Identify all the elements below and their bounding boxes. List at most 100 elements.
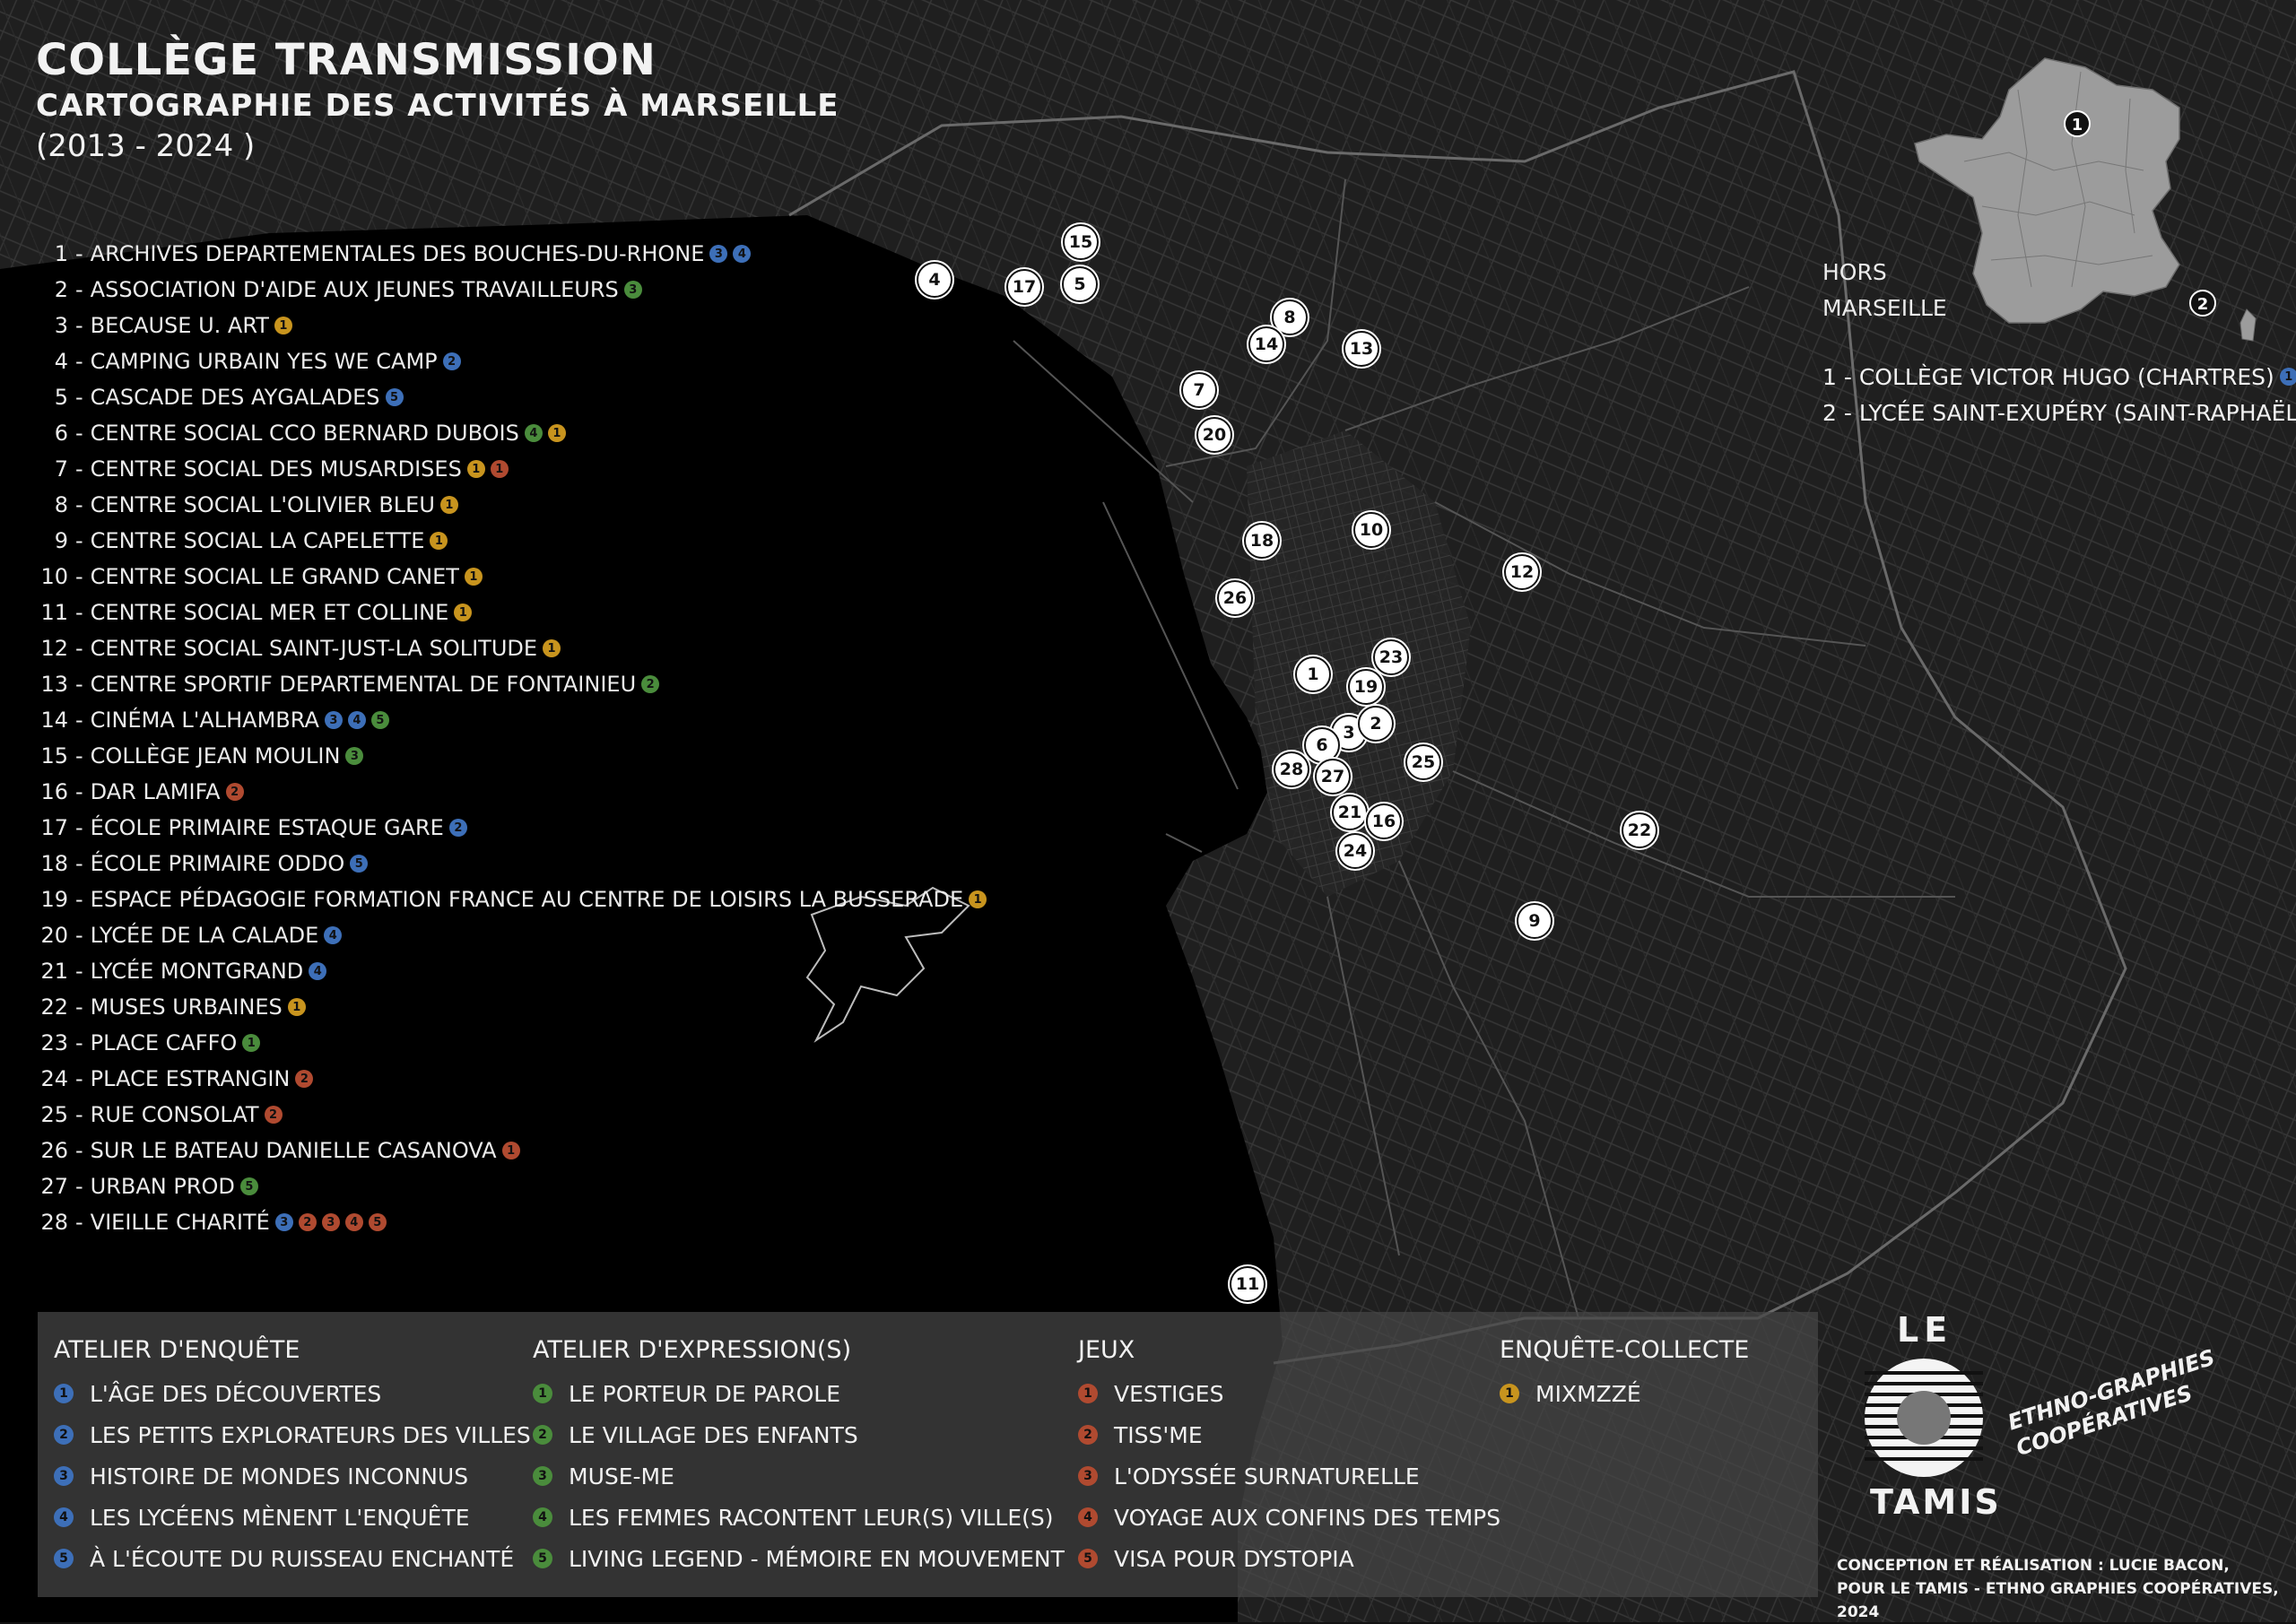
credits-line1: CONCEPTION ET RÉALISATION : LUCIE BACON, xyxy=(1837,1557,2230,1575)
place-separator: - xyxy=(75,277,83,302)
legend-item-label: LIVING LEGEND - MÉMOIRE EN MOUVEMENT xyxy=(569,1545,1065,1572)
place-label: DAR LAMIFA xyxy=(90,779,221,804)
place-label: CENTRE SOCIAL MER ET COLLINE xyxy=(90,600,449,625)
place-separator: - xyxy=(75,636,83,661)
activity-badge-icon: 3 xyxy=(345,747,364,765)
legend-panel: ATELIER D'ENQUÊTE 1 L'ÂGE DES DÉCOUVERTES 2… xyxy=(38,1312,1818,1597)
place-row: 8- CENTRE SOCIAL L'OLIVIER BLEU 1 xyxy=(36,487,987,523)
legend-item: 2 LES PETITS EXPLORATEURS DES VILLES xyxy=(54,1414,531,1455)
legend-badge-icon: 3 xyxy=(533,1466,552,1486)
place-row: 19- ESPACE PÉDAGOGIE FORMATION FRANCE AU … xyxy=(36,881,987,917)
activity-badge-icon: 2 xyxy=(641,675,660,693)
hors-number: 2 xyxy=(1822,399,1837,426)
place-label: CINÉMA L'ALHAMBRA xyxy=(90,708,319,733)
place-label: SUR LE BATEAU DANIELLE CASANOVA xyxy=(90,1138,497,1163)
place-row: 2- ASSOCIATION D'AIDE AUX JEUNES TRAVAILL… xyxy=(36,272,987,308)
legend-item-label: VESTIGES xyxy=(1114,1380,1224,1407)
place-row: 21- LYCÉE MONTGRAND 4 xyxy=(36,953,987,989)
place-label: CENTRE SOCIAL LE GRAND CANET xyxy=(90,564,459,589)
activity-badge-icon: 2 xyxy=(264,1106,283,1124)
legend-column-expression: ATELIER D'EXPRESSION(S) 1 LE PORTEUR DE PA… xyxy=(533,1328,1065,1579)
place-separator: - xyxy=(75,851,83,876)
activity-badge-icon: 5 xyxy=(370,711,389,729)
place-number: 13 xyxy=(40,672,68,697)
activity-badge-icon: 2 xyxy=(448,819,467,837)
activity-badge-icon: 1 xyxy=(2279,368,2296,386)
place-label: BECAUSE U. ART xyxy=(90,313,269,338)
place-number: 8 xyxy=(54,492,68,517)
place-number: 12 xyxy=(40,636,68,661)
legend-item: 1 LE PORTEUR DE PAROLE xyxy=(533,1373,1065,1414)
places-list: 1- ARCHIVES DEPARTEMENTALES DES BOUCHES-D… xyxy=(36,236,987,1240)
legend-item-label: VOYAGE AUX CONFINS DES TEMPS xyxy=(1114,1504,1501,1531)
place-number: 23 xyxy=(40,1030,68,1055)
place-row: 14- CINÉMA L'ALHAMBRA 3 4 5 xyxy=(36,702,987,738)
hors-row: 2 - LYCÉE SAINT-EXUPÉRY (SAINT-RAPHAËL)4 xyxy=(1822,395,2296,430)
legend-badge-icon: 2 xyxy=(533,1425,552,1445)
place-label: URBAN PROD xyxy=(90,1174,235,1199)
activity-badge-icon: 4 xyxy=(524,424,543,442)
legend-badge-icon: 3 xyxy=(1078,1466,1098,1486)
place-label: ESPACE PÉDAGOGIE FORMATION FRANCE AU CEN… xyxy=(90,887,964,912)
legend-item: 4 VOYAGE AUX CONFINS DES TEMPS xyxy=(1078,1497,1500,1538)
activity-badge-icon: 2 xyxy=(298,1213,317,1231)
place-label: CENTRE SOCIAL SAINT-JUST-LA SOLITUDE xyxy=(90,636,538,661)
place-row: 4- CAMPING URBAIN YES WE CAMP 2 xyxy=(36,343,987,379)
activity-badge-icon: 1 xyxy=(547,424,566,442)
place-label: CENTRE SPORTIF DEPARTEMENTAL DE FONTAINI… xyxy=(90,672,637,697)
legend-badge-icon: 1 xyxy=(1500,1384,1519,1403)
legend-badge-icon: 1 xyxy=(533,1384,552,1403)
activity-badge-icon: 1 xyxy=(439,496,458,514)
place-number: 19 xyxy=(40,887,68,912)
place-row: 16- DAR LAMIFA 2 xyxy=(36,774,987,810)
place-label: RUE CONSOLAT xyxy=(90,1102,259,1127)
place-separator: - xyxy=(75,385,83,410)
place-row: 3- BECAUSE U. ART 1 xyxy=(36,308,987,343)
place-label: ÉCOLE PRIMAIRE ESTAQUE GARE xyxy=(90,815,444,840)
legend-badge-icon: 2 xyxy=(54,1425,74,1445)
place-label: CENTRE SOCIAL L'OLIVIER BLEU xyxy=(90,492,435,517)
place-row: 10- CENTRE SOCIAL LE GRAND CANET 1 xyxy=(36,559,987,595)
logo-tagline: ETHNO-GRAPHIES COOPÉRATIVES xyxy=(2005,1344,2227,1462)
legend-column-enquete: ATELIER D'ENQUÊTE 1 L'ÂGE DES DÉCOUVERTES 2… xyxy=(54,1328,531,1579)
corsica-shape xyxy=(2239,308,2257,342)
legend-item-label: TISS'ME xyxy=(1114,1421,1203,1448)
place-separator: - xyxy=(75,1102,83,1127)
place-number: 5 xyxy=(54,385,68,410)
place-row: 17- ÉCOLE PRIMAIRE ESTAQUE GARE 2 xyxy=(36,810,987,846)
place-row: 11- CENTRE SOCIAL MER ET COLLINE 1 xyxy=(36,595,987,630)
place-separator: - xyxy=(75,923,83,948)
map-title: COLLÈGE TRANSMISSION xyxy=(36,35,657,85)
credits: CONCEPTION ET RÉALISATION : LUCIE BACON,… xyxy=(1837,1554,2296,1624)
place-label: CENTRE SOCIAL DES MUSARDISES xyxy=(90,456,462,482)
svg-text:1: 1 xyxy=(2072,116,2083,135)
place-number: 11 xyxy=(40,600,68,625)
place-separator: - xyxy=(75,241,83,266)
place-number: 3 xyxy=(54,313,68,338)
legend-badge-icon: 4 xyxy=(533,1507,552,1527)
logo-le: LE xyxy=(1897,1310,1953,1350)
place-number: 17 xyxy=(40,815,68,840)
place-separator: - xyxy=(75,1210,83,1235)
place-label: CENTRE SOCIAL LA CAPELETTE xyxy=(90,528,425,553)
legend-badge-icon: 5 xyxy=(1078,1549,1098,1568)
place-separator: - xyxy=(75,1174,83,1199)
place-row: 18- ÉCOLE PRIMAIRE ODDO 5 xyxy=(36,846,987,881)
legend-item-label: LE VILLAGE DES ENFANTS xyxy=(569,1421,858,1448)
place-label: VIEILLE CHARITÉ xyxy=(90,1210,270,1235)
place-number: 1 xyxy=(54,241,68,266)
place-number: 20 xyxy=(40,923,68,948)
place-number: 10 xyxy=(40,564,68,589)
place-separator: - xyxy=(75,528,83,553)
place-row: 24- PLACE ESTRANGIN 2 xyxy=(36,1061,987,1097)
place-number: 4 xyxy=(54,349,68,374)
legend-badge-icon: 4 xyxy=(54,1507,74,1527)
place-label: CENTRE SOCIAL CCO BERNARD DUBOIS xyxy=(90,421,519,446)
legend-item-label: MUSE-ME xyxy=(569,1463,674,1489)
place-row: 1- ARCHIVES DEPARTEMENTALES DES BOUCHES-D… xyxy=(36,236,987,272)
legend-item: 1 VESTIGES xyxy=(1078,1373,1500,1414)
legend-item: 1 L'ÂGE DES DÉCOUVERTES xyxy=(54,1373,531,1414)
place-number: 26 xyxy=(40,1138,68,1163)
map-subtitle: CARTOGRAPHIE DES ACTIVITÉS À MARSEILLE xyxy=(36,88,839,124)
legend-item: 3 MUSE-ME xyxy=(533,1455,1065,1497)
